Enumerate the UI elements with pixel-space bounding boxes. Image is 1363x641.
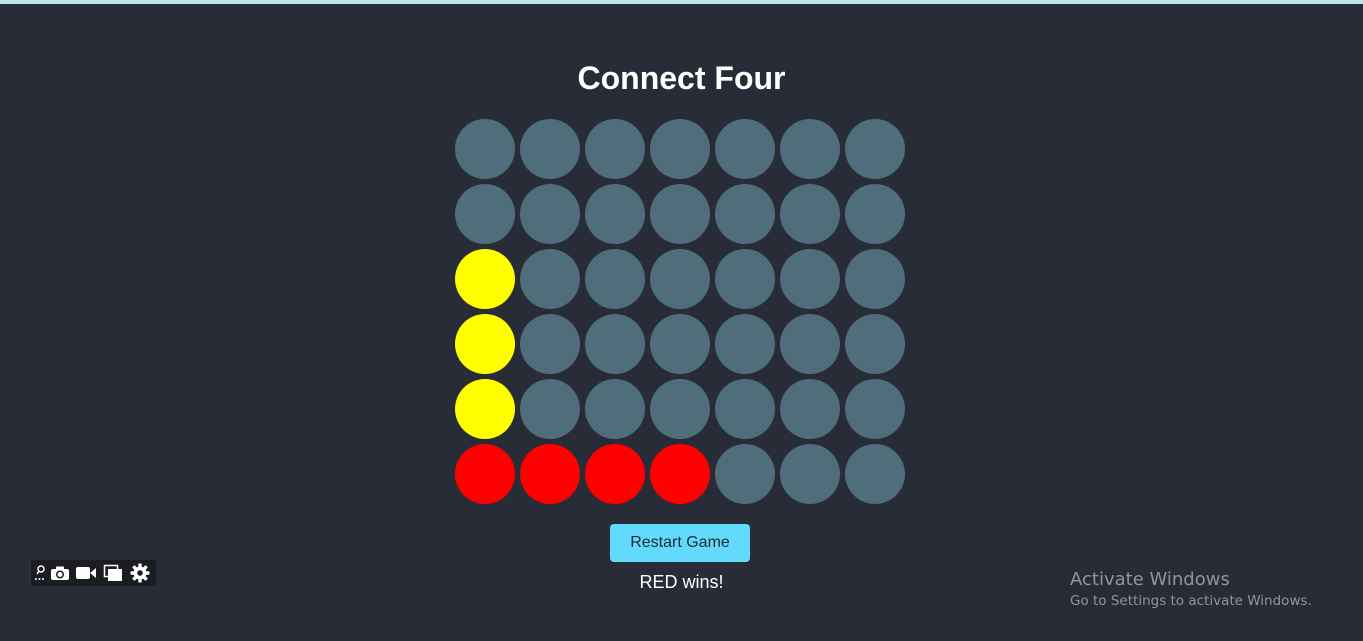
board-cell-r1-c2[interactable] — [520, 119, 580, 179]
board-cell-r5-c6[interactable] — [780, 379, 840, 439]
board-cell-r2-c1[interactable] — [455, 184, 515, 244]
pin-icon[interactable] — [32, 560, 48, 586]
board-cell-r1-c4[interactable] — [650, 119, 710, 179]
board-cell-r3-c1[interactable] — [455, 249, 515, 309]
board-cell-r3-c7[interactable] — [845, 249, 905, 309]
board-cell-r1-c3[interactable] — [585, 119, 645, 179]
board-cell-r6-c3[interactable] — [585, 444, 645, 504]
board-cell-r4-c1[interactable] — [455, 314, 515, 374]
board-cell-r5-c2[interactable] — [520, 379, 580, 439]
board-cell-r2-c6[interactable] — [780, 184, 840, 244]
watermark-subtitle: Go to Settings to activate Windows. — [1070, 593, 1312, 609]
board-cell-r6-c2[interactable] — [520, 444, 580, 504]
board-cell-r5-c1[interactable] — [455, 379, 515, 439]
board-cell-r2-c5[interactable] — [715, 184, 775, 244]
page-title: Connect Four — [577, 60, 786, 96]
board-cell-r4-c7[interactable] — [845, 314, 905, 374]
board-cell-r1-c7[interactable] — [845, 119, 905, 179]
board-cell-r6-c4[interactable] — [650, 444, 710, 504]
board-cell-r1-c6[interactable] — [780, 119, 840, 179]
board-cell-r5-c5[interactable] — [715, 379, 775, 439]
capture-toolbar — [31, 560, 156, 586]
board-cell-r6-c6[interactable] — [780, 444, 840, 504]
board-cell-r2-c3[interactable] — [585, 184, 645, 244]
watermark-title: Activate Windows — [1070, 569, 1230, 590]
board-cell-r4-c6[interactable] — [780, 314, 840, 374]
windows-activation-watermark: Activate Windows Go to Settings to activ… — [1070, 569, 1312, 611]
gear-icon[interactable] — [126, 560, 154, 586]
board-cell-r6-c7[interactable] — [845, 444, 905, 504]
copy-windows-icon[interactable] — [100, 560, 126, 586]
board-cell-r6-c5[interactable] — [715, 444, 775, 504]
game-board — [455, 119, 905, 504]
board-cell-r2-c2[interactable] — [520, 184, 580, 244]
board-cell-r3-c3[interactable] — [585, 249, 645, 309]
board-cell-r1-c5[interactable] — [715, 119, 775, 179]
board-cell-r5-c3[interactable] — [585, 379, 645, 439]
board-cell-r4-c2[interactable] — [520, 314, 580, 374]
video-icon[interactable] — [72, 560, 100, 586]
top-strip — [0, 0, 1363, 4]
board-cell-r4-c4[interactable] — [650, 314, 710, 374]
camera-icon[interactable] — [48, 560, 72, 586]
board-cell-r6-c1[interactable] — [455, 444, 515, 504]
board-cell-r1-c1[interactable] — [455, 119, 515, 179]
board-cell-r5-c4[interactable] — [650, 379, 710, 439]
board-cell-r3-c5[interactable] — [715, 249, 775, 309]
board-cell-r4-c3[interactable] — [585, 314, 645, 374]
restart-game-button[interactable]: Restart Game — [610, 524, 750, 562]
board-cell-r2-c7[interactable] — [845, 184, 905, 244]
board-cell-r3-c6[interactable] — [780, 249, 840, 309]
board-cell-r3-c4[interactable] — [650, 249, 710, 309]
board-cell-r2-c4[interactable] — [650, 184, 710, 244]
board-cell-r4-c5[interactable] — [715, 314, 775, 374]
board-cell-r5-c7[interactable] — [845, 379, 905, 439]
board-cell-r3-c2[interactable] — [520, 249, 580, 309]
